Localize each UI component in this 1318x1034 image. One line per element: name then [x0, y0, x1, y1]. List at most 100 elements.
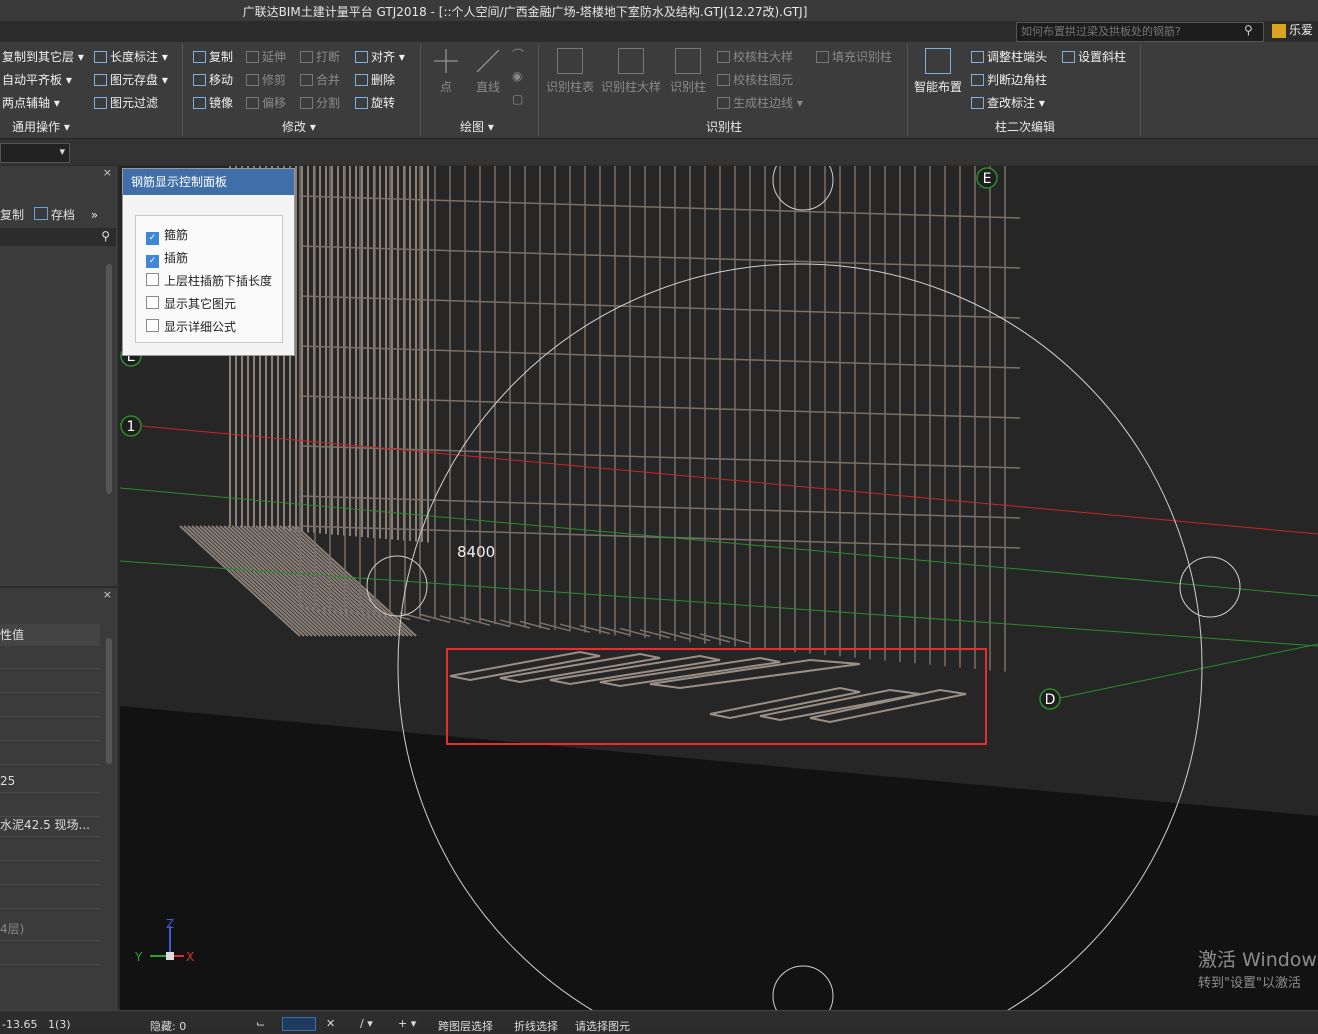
length-dimension-button[interactable]: 长度标注 ▾ — [94, 48, 168, 65]
archive-tool[interactable]: 存档 — [51, 208, 75, 222]
option-show-other-elements[interactable]: 显示其它图元 — [146, 295, 236, 312]
close-icon[interactable]: × — [103, 166, 112, 179]
extend-button[interactable]: 延伸 — [246, 48, 286, 65]
check-col-detail-button[interactable]: 校核柱大样 — [717, 48, 793, 65]
arc-icon[interactable]: ⌒ — [512, 46, 524, 63]
column-detail-icon — [618, 48, 644, 74]
adjust-col-end-button[interactable]: 调整柱端头 — [971, 48, 1047, 65]
group-general-label[interactable]: 通用操作 ▾ — [12, 118, 70, 135]
orthogonal-icon[interactable]: ⌙ — [256, 1017, 265, 1030]
move-button[interactable]: 移动 — [193, 71, 233, 88]
cross-layer-select-button[interactable]: 跨图层选择 — [438, 1018, 493, 1034]
split-button[interactable]: 分割 — [300, 94, 340, 111]
option-upper-dowel-length[interactable]: 上层柱插筋下插长度 — [146, 272, 272, 289]
identify-col-table-button[interactable]: 识别柱表 — [545, 48, 595, 95]
table-row[interactable]: 4层) — [0, 918, 100, 941]
save-element-icon — [94, 74, 107, 86]
mirror-button[interactable]: 镜像 — [193, 94, 233, 111]
check-annotation-button[interactable]: 查改标注 ▾ — [971, 94, 1045, 111]
smart-layout-icon — [925, 48, 951, 74]
merge-icon — [300, 74, 313, 86]
two-point-aux-axis-button[interactable]: 两点辅轴 ▾ — [2, 94, 60, 111]
expand-icon[interactable]: » — [91, 208, 98, 222]
checkbox-checked[interactable]: ✓ — [146, 232, 159, 245]
cross-icon[interactable]: ✕ — [326, 1017, 335, 1030]
table-row[interactable] — [0, 886, 100, 909]
option-show-formula[interactable]: 显示详细公式 — [146, 318, 236, 335]
judge-corner-col-button[interactable]: 判断边角柱 — [971, 71, 1047, 88]
checkbox[interactable] — [146, 296, 159, 309]
circle-icon[interactable]: ◉ — [512, 69, 522, 83]
copy-icon — [193, 51, 206, 63]
rectangle-icon[interactable]: ▢ — [512, 92, 523, 106]
trim-button[interactable]: 修剪 — [246, 71, 286, 88]
identify-col-detail-button[interactable]: 识别柱大样 — [600, 48, 662, 95]
save-element-button[interactable]: 图元存盘 ▾ — [94, 71, 168, 88]
check-col-element-button[interactable]: 校核柱图元 — [717, 71, 793, 88]
layer-dropdown[interactable]: ▾ — [0, 143, 70, 163]
table-row[interactable]: 水泥42.5 现场... — [0, 814, 100, 837]
group-secondary-label[interactable]: 柱二次编辑 — [995, 118, 1055, 135]
table-row[interactable] — [0, 718, 100, 741]
merge-button[interactable]: 合并 — [300, 71, 340, 88]
3d-viewport[interactable]: E E 1 D 8400 Z Y X — [120, 166, 1318, 1010]
archive-icon — [33, 207, 48, 220]
table-row[interactable] — [0, 862, 100, 885]
offset-point-icon[interactable]: + ▾ — [398, 1017, 416, 1030]
table-row[interactable] — [0, 742, 100, 765]
option-stirrup[interactable]: ✓ 箍筋 — [146, 226, 188, 245]
checkbox-checked[interactable]: ✓ — [146, 255, 159, 268]
checkbox[interactable] — [146, 319, 159, 332]
table-row[interactable] — [0, 942, 100, 965]
search-icon[interactable]: ⚲ — [1244, 23, 1253, 37]
copy-button[interactable]: 复制 — [193, 48, 233, 65]
table-row[interactable] — [0, 670, 100, 693]
snap-mode-icon[interactable] — [282, 1017, 316, 1031]
floor-indicator: 1(3) — [48, 1018, 71, 1031]
group-draw-label[interactable]: 绘图 ▾ — [460, 118, 494, 135]
scrollbar[interactable] — [106, 638, 112, 764]
rotate-button[interactable]: 旋转 — [355, 94, 395, 111]
table-row[interactable]: 25 — [0, 770, 100, 793]
axis-label-1: 1 — [127, 419, 136, 435]
draw-point-button[interactable]: 点 — [430, 48, 462, 95]
polar-icon[interactable]: ∕ ▾ — [360, 1017, 373, 1030]
auto-align-slab-button[interactable]: 自动平齐板 ▾ — [2, 71, 72, 88]
table-row[interactable] — [0, 694, 100, 717]
copy-to-floor-button[interactable]: 复制到其它层 ▾ — [2, 48, 84, 65]
element-list-panel: × 复制 存档 » ⚲ — [0, 166, 119, 586]
axis-bubble: D — [1039, 688, 1061, 710]
delete-button[interactable]: 删除 — [355, 71, 395, 88]
align-button[interactable]: 对齐 ▾ — [355, 48, 405, 65]
identify-col-button[interactable]: 识别柱 — [668, 48, 708, 95]
table-row[interactable] — [0, 646, 100, 669]
close-icon[interactable]: × — [103, 588, 112, 601]
offset-button[interactable]: 偏移 — [246, 94, 286, 111]
search-icon[interactable]: ⚲ — [101, 229, 110, 243]
triad-z: Z — [166, 917, 174, 931]
table-row[interactable] — [0, 838, 100, 861]
option-dowel[interactable]: ✓ 插筋 — [146, 249, 188, 268]
viewport-canvas[interactable]: E E 1 D 8400 Z Y X — [120, 166, 1318, 1010]
user-name: 乐爱 — [1289, 23, 1314, 37]
copy-tool[interactable]: 复制 — [0, 208, 24, 222]
smart-layout-button[interactable]: 智能布置 — [912, 48, 964, 95]
help-search-box[interactable] — [1016, 22, 1264, 42]
fill-identify-col-button[interactable]: 填充识别柱 — [816, 48, 892, 65]
window-title: 广联达BIM土建计量平台 GTJ2018 - [::个人空间/广西金融广场-塔楼… — [242, 5, 808, 19]
gen-col-edge-button[interactable]: 生成柱边线 ▾ — [717, 94, 803, 111]
help-search-input[interactable] — [1017, 23, 1247, 39]
group-identify-label[interactable]: 识别柱 — [706, 118, 742, 135]
dimension-icon — [94, 51, 107, 63]
element-filter-button[interactable]: 图元过滤 — [94, 94, 158, 111]
polyline-select-button[interactable]: 折线选择 — [514, 1018, 558, 1034]
checkbox[interactable] — [146, 273, 159, 286]
user-account[interactable]: 乐爱 — [1272, 21, 1313, 38]
draw-line-button[interactable]: 直线 — [472, 48, 504, 95]
scrollbar[interactable] — [106, 264, 112, 494]
break-button[interactable]: 打断 — [300, 48, 340, 65]
set-slant-col-button[interactable]: 设置斜柱 — [1062, 48, 1126, 65]
group-modify-label[interactable]: 修改 ▾ — [282, 118, 316, 135]
axis-label-D: D — [1045, 692, 1056, 708]
panel-search[interactable]: ⚲ — [0, 228, 116, 246]
